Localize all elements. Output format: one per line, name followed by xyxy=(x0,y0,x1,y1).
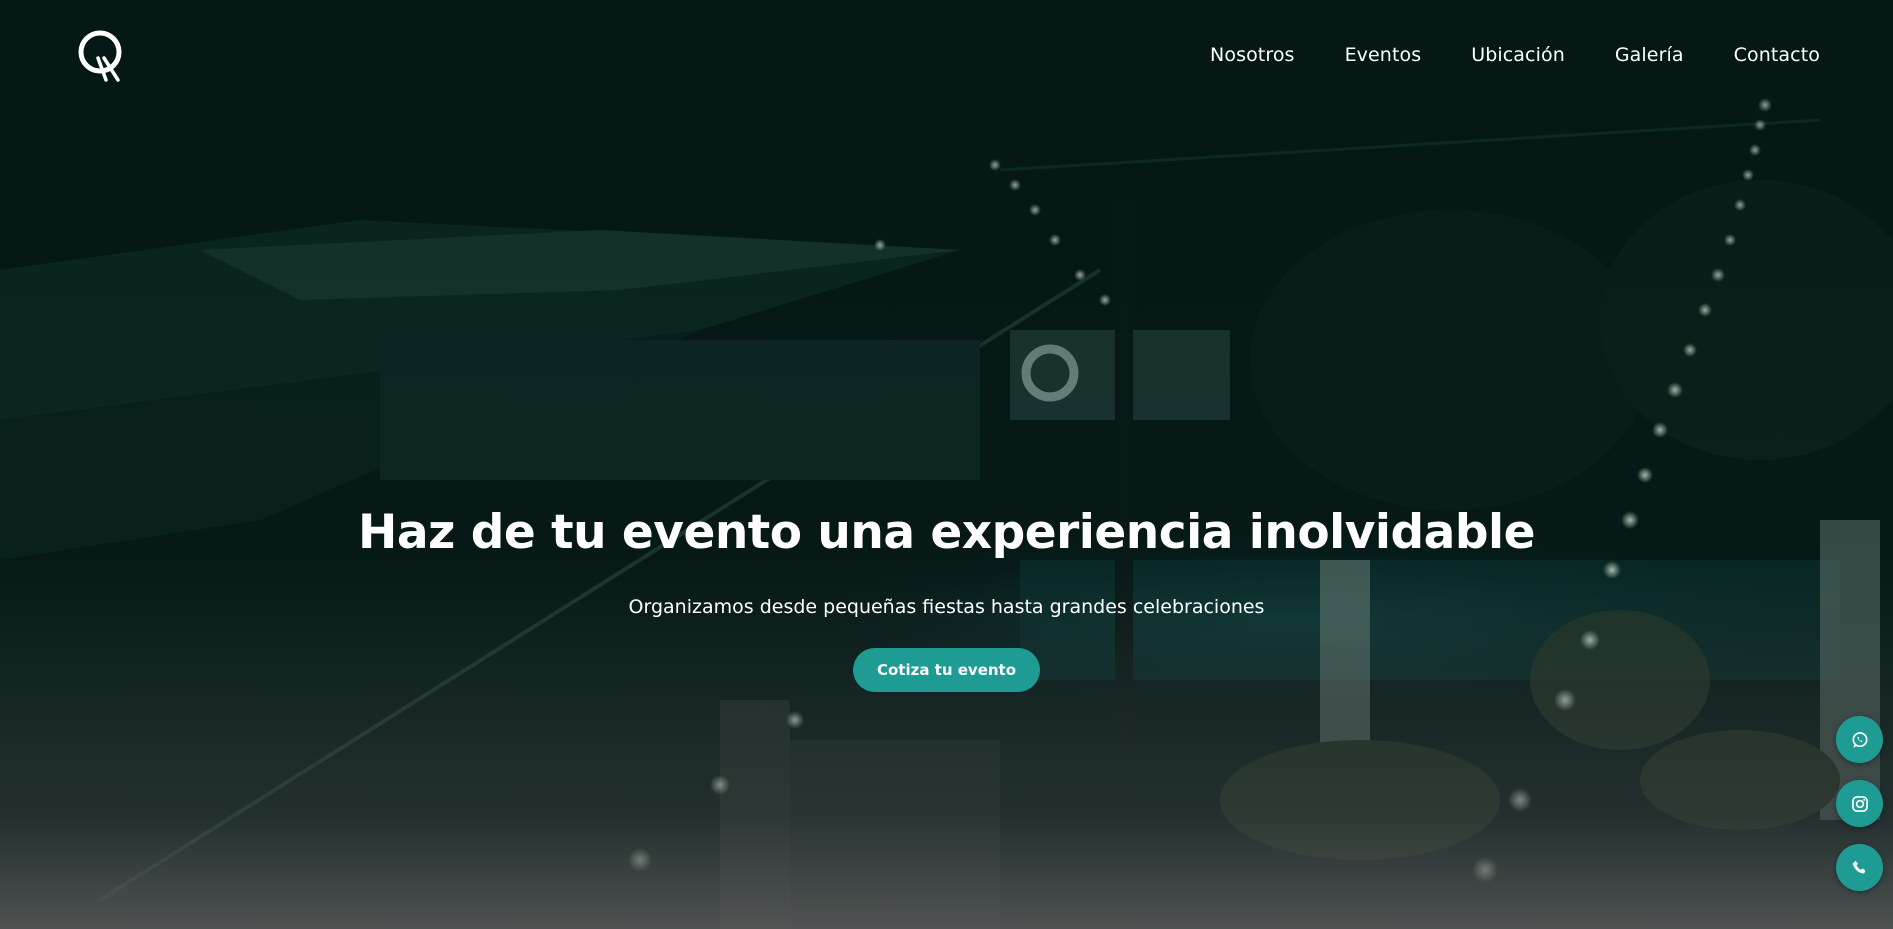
q-logo-icon xyxy=(78,30,122,82)
hero-section: Haz de tu evento una experiencia inolvid… xyxy=(0,505,1893,692)
logo[interactable] xyxy=(76,28,132,84)
whatsapp-button[interactable] xyxy=(1836,716,1883,763)
phone-button[interactable] xyxy=(1836,844,1883,891)
hero-title: Haz de tu evento una experiencia inolvid… xyxy=(357,505,1536,560)
site-header: Nosotros Eventos Ubicación Galería Conta… xyxy=(0,0,1893,110)
instagram-button[interactable] xyxy=(1836,780,1883,827)
nav-link-galeria[interactable]: Galería xyxy=(1615,44,1684,66)
hero-subtitle: Organizamos desde pequeñas fiestas hasta… xyxy=(628,596,1265,618)
main-nav: Nosotros Eventos Ubicación Galería Conta… xyxy=(1210,44,1820,66)
phone-icon xyxy=(1852,860,1865,874)
nav-link-nosotros[interactable]: Nosotros xyxy=(1210,44,1295,66)
nav-link-eventos[interactable]: Eventos xyxy=(1345,44,1422,66)
instagram-icon xyxy=(1851,795,1868,812)
quote-event-button[interactable]: Cotiza tu evento xyxy=(852,648,1041,692)
nav-link-contacto[interactable]: Contacto xyxy=(1734,44,1820,66)
whatsapp-icon xyxy=(1852,731,1867,747)
hero-overlay xyxy=(0,0,1893,929)
nav-link-ubicacion[interactable]: Ubicación xyxy=(1471,44,1565,66)
